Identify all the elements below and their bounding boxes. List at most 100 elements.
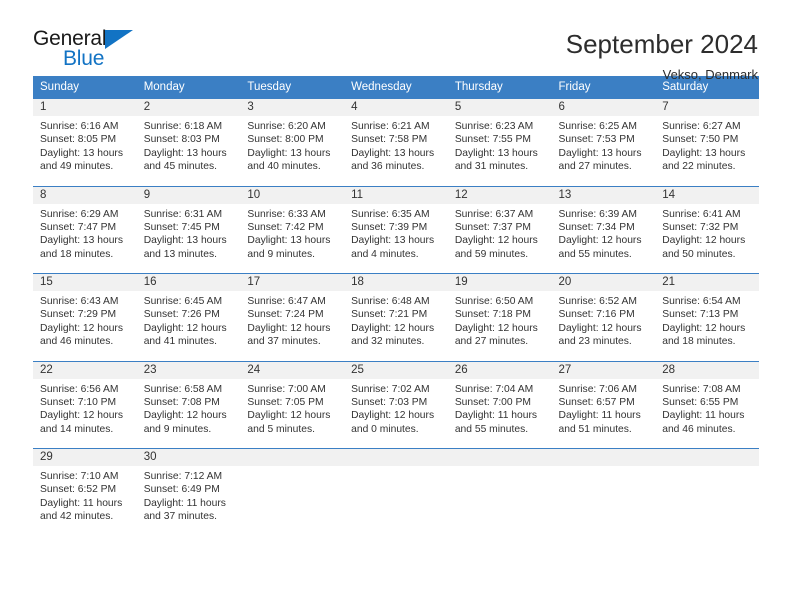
day-details: Sunrise: 6:21 AM Sunset: 7:58 PM Daylight:… — [344, 116, 448, 174]
title-block: September 2024 Vekso, Denmark — [566, 28, 758, 82]
daylight-duration-line2: and 9 minutes. — [247, 248, 315, 260]
sunrise-time: Sunrise: 6:23 AM — [454, 121, 534, 132]
calendar-cell[interactable]: 17 Sunrise: 6:47 AM Sunset: 7:24 PM Dayligh… — [240, 273, 345, 361]
day-details: Sunrise: 6:54 AM Sunset: 7:13 PM Daylight:… — [655, 291, 759, 349]
daylight-duration-line2: and 40 minutes. — [247, 161, 321, 173]
calendar-cell[interactable]: 18 Sunrise: 6:48 AM Sunset: 7:21 PM Dayligh… — [344, 273, 448, 361]
sunset-time: Sunset: 7:32 PM — [662, 221, 739, 233]
calendar-cell[interactable]: 24 Sunrise: 7:00 AM Sunset: 7:05 PM Dayligh… — [240, 360, 345, 449]
daylight-duration-line1: Daylight: 13 hours — [247, 147, 331, 159]
day-details: Sunrise: 7:02 AM Sunset: 7:03 PM Daylight:… — [344, 379, 448, 437]
sunrise-time: Sunrise: 6:27 AM — [662, 121, 741, 132]
daylight-duration-line2: and 5 minutes. — [247, 423, 315, 435]
sunset-time: Sunset: 7:24 PM — [247, 309, 324, 321]
page-title: September 2024 — [565, 29, 758, 59]
calendar-cell[interactable]: 11 Sunrise: 6:35 AM Sunset: 7:39 PM Dayligh… — [344, 185, 448, 274]
calendar-cell[interactable]: 22 Sunrise: 6:56 AM Sunset: 7:10 PM Dayligh… — [33, 360, 137, 449]
daylight-duration-line2: and 18 minutes. — [662, 336, 736, 348]
daylight-duration-line1: Daylight: 13 hours — [40, 147, 123, 159]
calendar-cell[interactable]: 8 Sunrise: 6:29 AM Sunset: 7:47 PM Daylight… — [33, 185, 137, 274]
calendar-cell[interactable]: 20 Sunrise: 6:52 AM Sunset: 7:16 PM Dayligh… — [551, 273, 656, 361]
calendar-cell[interactable]: 28 Sunrise: 7:08 AM Sunset: 6:55 PM Dayligh… — [655, 360, 759, 449]
calendar-cell[interactable]: 25 Sunrise: 7:02 AM Sunset: 7:03 PM Dayligh… — [344, 360, 448, 449]
calendar-cell[interactable]: 12 Sunrise: 6:37 AM Sunset: 7:37 PM Dayligh… — [447, 185, 552, 274]
calendar-cell[interactable]: 23 Sunrise: 6:58 AM Sunset: 7:08 PM Dayligh… — [136, 360, 241, 449]
day-number: 25 — [344, 361, 448, 379]
calendar-cell[interactable]: 30 Sunrise: 7:12 AM Sunset: 6:49 PM Dayligh… — [136, 448, 241, 536]
day-number: 10 — [240, 186, 345, 204]
daylight-duration-line2: and 27 minutes. — [558, 161, 632, 173]
daylight-duration-line2: and 42 minutes. — [40, 511, 114, 523]
daylight-duration-line2: and 31 minutes. — [454, 161, 529, 173]
day-details: Sunrise: 7:12 AM Sunset: 6:49 PM Daylight:… — [137, 466, 241, 524]
day-number — [447, 449, 552, 466]
calendar-cell[interactable]: 14 Sunrise: 6:41 AM Sunset: 7:32 PM Dayligh… — [655, 185, 759, 274]
daylight-duration-line1: Daylight: 12 hours — [558, 235, 642, 247]
sunrise-time: Sunrise: 6:21 AM — [351, 121, 430, 132]
day-number: 14 — [655, 186, 759, 204]
daylight-duration-line2: and 37 minutes. — [247, 336, 321, 348]
weekday-header-thursday: Thursday — [447, 76, 552, 99]
calendar-cell[interactable]: 3 Sunrise: 6:20 AM Sunset: 8:00 PM Daylight… — [240, 98, 345, 186]
sunrise-time: Sunrise: 7:02 AM — [351, 383, 430, 395]
generalblue-logo[interactable]: General Blue — [33, 28, 151, 76]
weekday-header-monday: Monday — [136, 76, 241, 99]
sunset-time: Sunset: 7:21 PM — [351, 309, 428, 321]
sunrise-time: Sunrise: 7:12 AM — [143, 471, 223, 482]
calendar-cell[interactable]: 9 Sunrise: 6:31 AM Sunset: 7:45 PM Daylight… — [136, 185, 241, 274]
day-number: 4 — [344, 99, 448, 116]
day-details: Sunrise: 6:16 AM Sunset: 8:05 PM Daylight:… — [33, 116, 137, 174]
sunset-time: Sunset: 7:00 PM — [454, 396, 531, 408]
calendar-cell[interactable]: 21 Sunrise: 6:54 AM Sunset: 7:13 PM Dayligh… — [655, 273, 759, 361]
day-details: Sunrise: 7:10 AM Sunset: 6:52 PM Daylight:… — [33, 466, 137, 524]
calendar-cell[interactable]: 6 Sunrise: 6:25 AM Sunset: 7:53 PM Daylight… — [551, 98, 656, 186]
daylight-duration-line1: Daylight: 11 hours — [558, 410, 641, 422]
day-details: Sunrise: 6:37 AM Sunset: 7:37 PM Daylight:… — [448, 204, 552, 262]
calendar-cell[interactable]: 7 Sunrise: 6:27 AM Sunset: 7:50 PM Daylight… — [655, 98, 759, 186]
sunset-time: Sunset: 7:55 PM — [454, 134, 531, 146]
daylight-duration-line1: Daylight: 12 hours — [558, 322, 642, 334]
daylight-duration-line2: and 27 minutes. — [454, 336, 529, 348]
daylight-duration-line2: and 46 minutes. — [40, 336, 114, 348]
day-details: Sunrise: 6:47 AM Sunset: 7:24 PM Daylight:… — [240, 291, 344, 349]
calendar-cell[interactable]: 27 Sunrise: 7:06 AM Sunset: 6:57 PM Dayligh… — [551, 360, 656, 449]
day-number: 8 — [33, 186, 137, 204]
calendar-cell[interactable]: 1 Sunrise: 6:16 AM Sunset: 8:05 PM Daylight… — [33, 98, 137, 186]
day-number — [655, 449, 759, 466]
sunrise-time: Sunrise: 6:56 AM — [40, 383, 119, 395]
calendar-cell[interactable]: 2 Sunrise: 6:18 AM Sunset: 8:03 PM Daylight… — [136, 98, 241, 186]
calendar-cell[interactable]: 4 Sunrise: 6:21 AM Sunset: 7:58 PM Daylight… — [344, 98, 448, 186]
day-details: Sunrise: 6:23 AM Sunset: 7:55 PM Daylight:… — [448, 116, 552, 174]
calendar-cell[interactable]: 13 Sunrise: 6:39 AM Sunset: 7:34 PM Dayligh… — [551, 185, 656, 274]
daylight-duration-line2: and 45 minutes. — [143, 161, 217, 173]
page-subtitle: Vekso, Denmark — [662, 66, 758, 82]
calendar-cell[interactable]: 15 Sunrise: 6:43 AM Sunset: 7:29 PM Dayligh… — [33, 273, 137, 361]
calendar-cell[interactable]: 19 Sunrise: 6:50 AM Sunset: 7:18 PM Dayligh… — [447, 273, 552, 361]
daylight-duration-line2: and 41 minutes. — [143, 336, 217, 348]
calendar-cell[interactable]: 16 Sunrise: 6:45 AM Sunset: 7:26 PM Dayligh… — [136, 273, 241, 361]
day-details: Sunrise: 6:52 AM Sunset: 7:16 PM Daylight:… — [552, 291, 656, 349]
calendar-cell[interactable]: 10 Sunrise: 6:33 AM Sunset: 7:42 PM Dayligh… — [240, 185, 345, 274]
sunset-time: Sunset: 6:55 PM — [662, 396, 739, 408]
day-details: Sunrise: 6:20 AM Sunset: 8:00 PM Daylight:… — [240, 116, 344, 174]
sunset-time: Sunset: 7:08 PM — [143, 396, 220, 408]
day-details: Sunrise: 6:43 AM Sunset: 7:29 PM Daylight:… — [33, 291, 137, 349]
day-number: 16 — [136, 274, 241, 291]
sunrise-time: Sunrise: 6:47 AM — [247, 296, 326, 307]
daylight-duration-line1: Daylight: 12 hours — [143, 410, 227, 422]
daylight-duration-line1: Daylight: 12 hours — [247, 322, 331, 334]
calendar-cell-empty — [655, 448, 759, 536]
daylight-duration-line1: Daylight: 13 hours — [143, 147, 227, 159]
day-number: 27 — [551, 361, 656, 379]
daylight-duration-line1: Daylight: 13 hours — [558, 147, 642, 159]
day-number: 30 — [136, 449, 241, 466]
calendar-cell[interactable]: 5 Sunrise: 6:23 AM Sunset: 7:55 PM Daylight… — [447, 98, 552, 186]
calendar-cell[interactable]: 29 Sunrise: 7:10 AM Sunset: 6:52 PM Dayligh… — [33, 448, 137, 536]
calendar-cell[interactable]: 26 Sunrise: 7:04 AM Sunset: 7:00 PM Dayligh… — [447, 360, 552, 449]
sunset-time: Sunset: 6:49 PM — [143, 484, 220, 496]
daylight-duration-line2: and 59 minutes. — [454, 248, 529, 260]
day-number: 18 — [344, 274, 448, 291]
sunset-time: Sunset: 7:45 PM — [143, 221, 220, 233]
day-details — [655, 466, 759, 470]
sunrise-time: Sunrise: 6:35 AM — [351, 208, 430, 220]
